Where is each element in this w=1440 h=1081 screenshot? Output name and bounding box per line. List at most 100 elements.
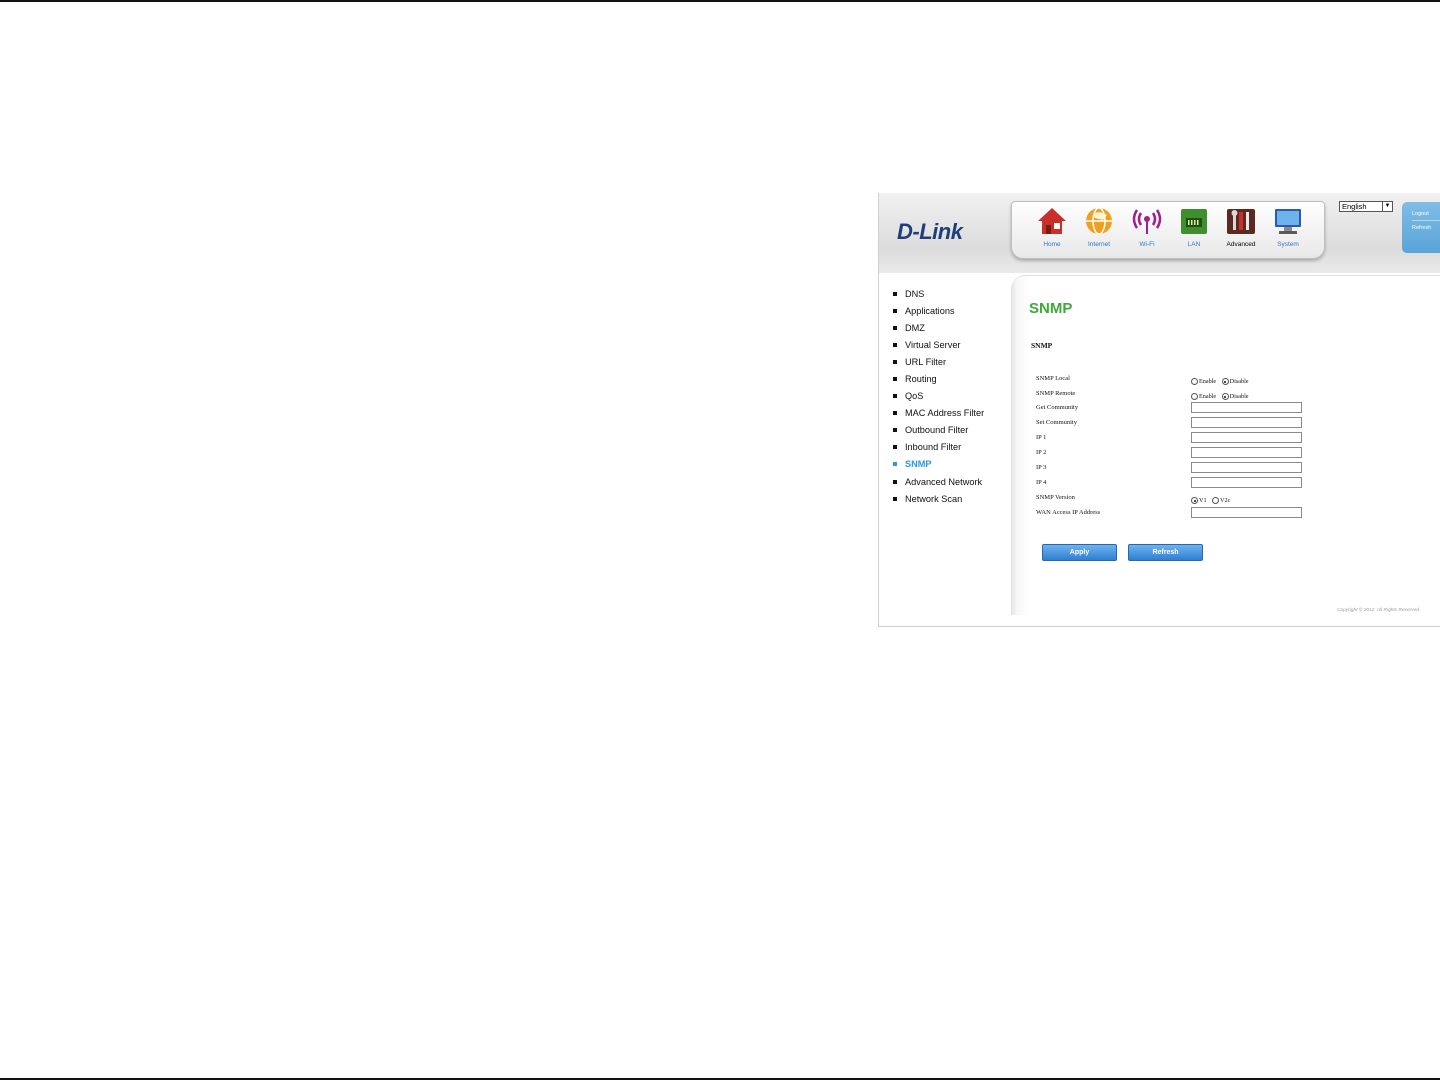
header-band: D-Link Home Internet Wi-Fi LAN Advanced … (879, 193, 1440, 273)
snmp-remote-disable-radio[interactable] (1221, 393, 1229, 401)
wan-access-ip-row: WAN Access IP Address (1036, 507, 1316, 521)
ip1-row: IP 1 (1036, 432, 1316, 446)
top-nav: Home Internet Wi-Fi LAN Advanced System (1011, 201, 1325, 259)
tools-icon (1227, 209, 1255, 234)
snmp-version-row: SNMP Version V1 V2c (1036, 492, 1316, 506)
sidebar-item-label: Outbound Filter (905, 425, 969, 436)
language-select[interactable]: English ▼ (1339, 201, 1393, 212)
sidebar-item-network-scan[interactable]: Network Scan (893, 490, 1013, 507)
snmp-remote-row: SNMP Remote Enable Disable (1036, 388, 1316, 402)
sidebar-item-label: Network Scan (905, 493, 963, 504)
radio-label: V2c (1220, 497, 1231, 505)
section-title: SNMP (1031, 341, 1053, 350)
nav-label: System (1277, 241, 1299, 248)
field-label: SNMP Remote (1036, 390, 1076, 397)
nav-home[interactable]: Home (1030, 206, 1074, 256)
ip1-input[interactable] (1191, 432, 1302, 443)
sidebar-item-mac-address-filter[interactable]: MAC Address Filter (893, 405, 1013, 422)
nav-label: Internet (1087, 241, 1111, 248)
nav-label: LAN (1187, 241, 1201, 248)
ip3-row: IP 3 (1036, 462, 1316, 476)
bullet-icon (893, 325, 897, 330)
language-value: English (1342, 202, 1367, 211)
snmp-version-v1-radio[interactable] (1191, 497, 1198, 505)
logout-link[interactable]: Logout (1412, 207, 1440, 221)
ip2-row: IP 2 (1036, 447, 1316, 461)
bullet-icon (893, 479, 897, 484)
sidebar-item-label: Virtual Server (905, 339, 961, 350)
sidebar-item-applications[interactable]: Applications (893, 302, 1013, 319)
sidebar-item-label: URL Filter (905, 356, 947, 367)
field-label: Get Community (1036, 404, 1079, 411)
field-label: SNMP Version (1036, 494, 1075, 501)
sidebar-item-virtual-server[interactable]: Virtual Server (893, 336, 1013, 353)
nav-wifi[interactable]: Wi-Fi (1125, 206, 1169, 256)
nav-internet[interactable]: Internet (1077, 206, 1121, 256)
nav-label: Home (1043, 241, 1061, 248)
snmp-local-disable-radio[interactable] (1221, 378, 1229, 386)
field-label: IP 2 (1036, 449, 1047, 456)
ip3-input[interactable] (1191, 462, 1302, 473)
set-community-row: Set Community (1036, 417, 1316, 431)
router-admin-screenshot: D-Link Home Internet Wi-Fi LAN Advanced … (878, 193, 1440, 627)
get-community-row: Get Community (1036, 402, 1316, 416)
nav-system[interactable]: System (1266, 206, 1310, 256)
ip4-input[interactable] (1191, 477, 1302, 488)
sidebar-item-label: MAC Address Filter (905, 408, 985, 419)
sidebar-item-dns[interactable]: DNS (893, 285, 1013, 302)
refresh-button[interactable]: Refresh (1128, 544, 1203, 561)
wan-access-ip-input[interactable] (1191, 507, 1302, 518)
bullet-icon (893, 428, 897, 433)
content-panel: SNMP SNMP SNMP Local Enable Disable SNMP… (1011, 275, 1440, 615)
radio-label: Disable (1229, 393, 1249, 401)
field-label: IP 1 (1036, 434, 1047, 441)
field-label: WAN Access IP Address (1036, 509, 1101, 516)
sidebar-item-routing[interactable]: Routing (893, 370, 1013, 387)
copyright-text: Copyright © 2012. All Rights Reserved. (1337, 608, 1421, 613)
radio-label: Enable (1199, 393, 1217, 401)
sidebar-item-outbound-filter[interactable]: Outbound Filter (893, 422, 1013, 439)
snmp-local-enable-radio[interactable] (1191, 378, 1198, 386)
sidebar-item-dmz[interactable]: DMZ (893, 319, 1013, 336)
snmp-version-v2c-radio[interactable] (1212, 497, 1220, 505)
nav-advanced[interactable]: Advanced (1219, 206, 1263, 256)
monitor-icon (1275, 209, 1301, 234)
sidebar-item-label: Applications (905, 305, 955, 316)
sidebar-item-url-filter[interactable]: URL Filter (893, 353, 1013, 370)
bullet-icon (893, 496, 897, 501)
chevron-down-icon: ▼ (1382, 202, 1392, 211)
page-bottom-rule (0, 1078, 1440, 1080)
ip4-row: IP 4 (1036, 477, 1316, 491)
sidebar-item-label: SNMP (905, 459, 932, 470)
sidebar-item-label: Routing (905, 374, 937, 385)
snmp-local-row: SNMP Local Enable Disable (1036, 373, 1316, 387)
lan-icon (1181, 209, 1207, 234)
apply-button[interactable]: Apply (1042, 544, 1117, 561)
bullet-icon (893, 377, 897, 382)
get-community-input[interactable] (1191, 402, 1302, 413)
sidebar-item-qos[interactable]: QoS (893, 388, 1013, 405)
field-label: Set Community (1036, 419, 1077, 426)
dlink-logo: D-Link (897, 219, 963, 244)
radio-label: V1 (1199, 497, 1207, 505)
nav-lan[interactable]: LAN (1172, 206, 1216, 256)
sidebar-item-label: Inbound Filter (905, 442, 962, 453)
sidebar-item-advanced-network[interactable]: Advanced Network (893, 473, 1013, 490)
field-label: IP 3 (1036, 464, 1047, 471)
bullet-icon (893, 291, 897, 296)
page-top-rule (0, 0, 1440, 2)
radio-label: Disable (1229, 378, 1249, 386)
header-refresh-link[interactable]: Refresh (1412, 221, 1440, 235)
ip2-input[interactable] (1191, 447, 1302, 458)
bullet-icon (893, 394, 897, 399)
bullet-icon (893, 342, 897, 347)
snmp-remote-enable-radio[interactable] (1191, 393, 1198, 401)
bullet-icon (893, 462, 897, 467)
set-community-input[interactable] (1191, 417, 1302, 428)
page-title: SNMP (1029, 300, 1073, 317)
sidebar-item-inbound-filter[interactable]: Inbound Filter (893, 439, 1013, 456)
bullet-icon (893, 308, 897, 313)
field-label: SNMP Local (1036, 375, 1070, 382)
home-icon (1038, 208, 1066, 234)
sidebar-item-snmp[interactable]: SNMP (893, 456, 1013, 473)
